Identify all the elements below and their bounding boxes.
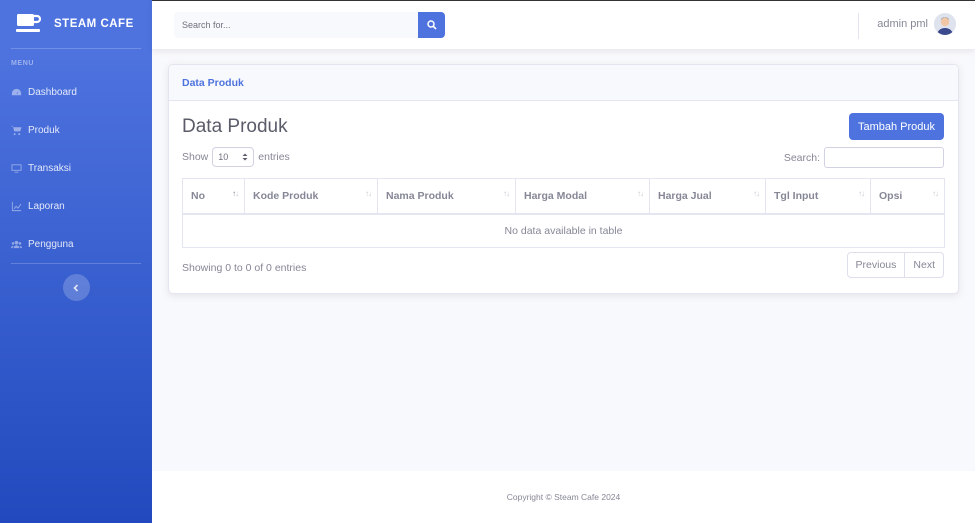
entries-select[interactable]: 10	[212, 147, 255, 167]
dashboard-icon	[11, 88, 22, 95]
column-header-harga-jual[interactable]: Harga Jual ↑↓	[649, 178, 766, 215]
entries-label: entries	[258, 151, 290, 163]
sidebar-item-label: Laporan	[28, 200, 65, 212]
topbar-search	[174, 12, 445, 38]
table-info: Showing 0 to 0 of 0 entries	[182, 262, 307, 274]
column-header-no[interactable]: No ↑↓	[182, 178, 245, 215]
table-row: No data available in table	[182, 213, 945, 248]
sort-icon: ↑↓	[932, 189, 939, 198]
sidebar-item-label: Transaksi	[28, 162, 71, 174]
sort-icon: ↑↓	[858, 189, 865, 198]
table-header-row: No ↑↓ Kode Produk ↑↓ Nama Produk ↑↓ Harga M…	[182, 178, 945, 215]
entries-value: 10	[218, 152, 229, 162]
sidebar-item-dashboard[interactable]: Dashboard	[0, 73, 152, 111]
search-icon	[426, 20, 437, 30]
footer: Copyright © Steam Cafe 2024	[152, 471, 975, 523]
sidebar-item-pengguna[interactable]: Pengguna	[0, 225, 152, 263]
pagination: Previous Next	[846, 252, 944, 278]
copyright-text: Copyright © Steam Cafe 2024	[506, 492, 621, 502]
data-produk-card: Data Produk Data Produk Tambah Produk Sh…	[168, 64, 959, 294]
avatar	[934, 13, 956, 35]
sidebar-item-produk[interactable]: Produk	[0, 111, 152, 149]
sort-icon: ↑↓	[753, 189, 760, 198]
show-label: Show	[182, 151, 209, 163]
sidebar-item-label: Produk	[28, 124, 60, 136]
card-header-title: Data Produk	[169, 65, 958, 101]
brand-name: STEAM CAFE	[54, 18, 134, 30]
desktop-icon	[11, 163, 22, 173]
sidebar: STEAM CAFE MENU Dashboard Produk Transak…	[0, 0, 152, 523]
chart-icon	[11, 201, 22, 211]
sidebar-toggle-wrap	[0, 264, 152, 301]
sort-icon: ↑↓	[637, 189, 644, 198]
coffee-cup-icon	[16, 14, 42, 34]
chevron-left-icon	[73, 283, 79, 292]
search-input[interactable]	[174, 12, 418, 38]
topbar: admin pml	[152, 0, 975, 49]
page-title: Data Produk	[182, 116, 288, 137]
sort-asc-icon: ↑↓	[232, 189, 239, 198]
cart-icon	[11, 125, 22, 135]
search-button[interactable]	[418, 12, 445, 38]
users-icon	[11, 240, 22, 248]
previous-page-button[interactable]: Previous	[846, 252, 906, 278]
brand[interactable]: STEAM CAFE	[0, 0, 152, 48]
sort-icon: ↑↓	[365, 189, 372, 198]
entries-length: Show 10 entries	[182, 147, 290, 167]
sidebar-item-label: Pengguna	[28, 238, 74, 250]
sidebar-item-transaksi[interactable]: Transaksi	[0, 149, 152, 187]
sidebar-item-laporan[interactable]: Laporan	[0, 187, 152, 225]
empty-table-message: No data available in table	[182, 213, 945, 248]
products-table: No ↑↓ Kode Produk ↑↓ Nama Produk ↑↓ Harga M…	[182, 178, 945, 248]
table-search-label: Search:	[783, 151, 820, 164]
add-product-button[interactable]: Tambah Produk	[848, 113, 944, 140]
menu-heading: MENU	[11, 60, 35, 67]
next-page-button[interactable]: Next	[905, 252, 944, 278]
user-menu[interactable]: admin pml	[877, 13, 956, 35]
column-header-harga-modal[interactable]: Harga Modal ↑↓	[515, 178, 650, 215]
sort-icon: ↑↓	[503, 189, 510, 198]
sidebar-toggle-button[interactable]	[62, 274, 90, 301]
column-header-tgl-input[interactable]: Tgl Input ↑↓	[765, 178, 871, 215]
sidebar-item-label: Dashboard	[28, 86, 77, 98]
column-header-opsi[interactable]: Opsi ↑↓	[870, 178, 945, 215]
column-header-nama-produk[interactable]: Nama Produk ↑↓	[377, 178, 516, 215]
topbar-divider	[858, 13, 859, 39]
table-search-input[interactable]	[824, 147, 944, 168]
user-name: admin pml	[877, 18, 928, 30]
column-header-kode-produk[interactable]: Kode Produk ↑↓	[244, 178, 378, 215]
table-search: Search:	[784, 147, 944, 168]
select-arrows-icon	[242, 153, 248, 161]
